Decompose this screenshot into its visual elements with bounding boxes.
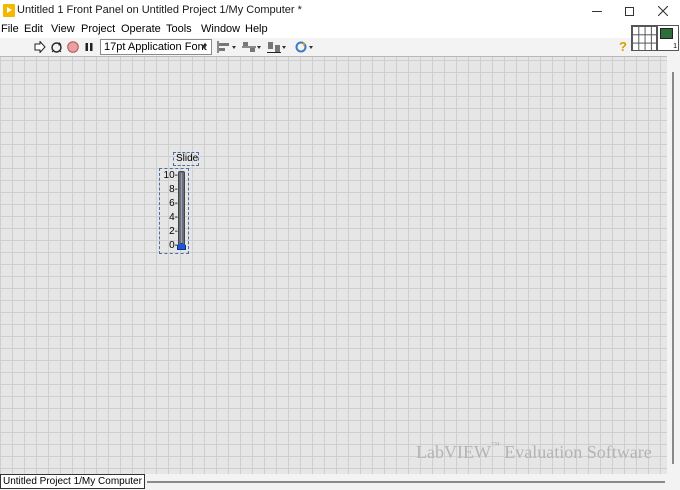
horizontal-scrollbar[interactable]	[147, 481, 665, 483]
vi-icon[interactable]: 1	[657, 25, 679, 51]
connector-pane[interactable]	[631, 25, 657, 51]
dropdown-caret-icon	[309, 45, 313, 49]
dropdown-caret-icon	[257, 45, 261, 49]
menu-view[interactable]: View	[51, 23, 75, 35]
status-bar: Untitled Project 1/My Computer	[0, 474, 680, 490]
maximize-icon	[624, 6, 634, 16]
labview-front-panel-window: Untitled 1 Front Panel on Untitled Proje…	[0, 0, 680, 490]
distribute-objects-button[interactable]	[242, 40, 261, 54]
run-button[interactable]	[33, 40, 47, 54]
reorder-icon	[295, 41, 307, 53]
project-context-label[interactable]: Untitled Project 1/My Computer	[0, 474, 145, 489]
font-selector[interactable]: 17pt Application Font	[100, 39, 212, 55]
reorder-button[interactable]	[295, 40, 313, 54]
vertical-scrollbar-thumb[interactable]	[672, 72, 674, 464]
minimize-icon	[592, 10, 602, 12]
slide-groove	[181, 173, 182, 247]
slide-tick-label: 2-	[169, 226, 178, 237]
toolbar: 17pt Application Font	[0, 38, 630, 56]
slide-track[interactable]	[178, 171, 185, 249]
abort-stop-icon	[67, 41, 79, 53]
menu-bar: File Edit View Project Operate Tools Win…	[0, 22, 680, 38]
menu-tools[interactable]: Tools	[166, 23, 192, 35]
resize-objects-icon	[267, 42, 281, 53]
align-objects-icon	[217, 41, 229, 53]
vi-icon-number: 1	[673, 43, 677, 50]
window-title: Untitled 1 Front Panel on Untitled Proje…	[17, 4, 302, 16]
maximize-button[interactable]	[612, 0, 646, 22]
close-button[interactable]	[646, 0, 680, 22]
dropdown-caret-icon	[232, 45, 236, 49]
chevron-down-icon	[201, 45, 207, 49]
title-bar: Untitled 1 Front Panel on Untitled Proje…	[0, 0, 680, 22]
watermark-brand: LabVIEW	[416, 442, 491, 462]
evaluation-watermark: LabVIEW™ Evaluation Software	[416, 440, 652, 463]
vertical-scrollbar[interactable]	[667, 56, 680, 474]
front-panel-canvas[interactable]	[0, 56, 667, 474]
slide-tick-label: 4-	[169, 212, 178, 223]
run-arrow-icon	[34, 41, 46, 53]
slide-tick-label: 0-	[169, 240, 178, 251]
menu-window[interactable]: Window	[201, 23, 240, 35]
menu-operate[interactable]: Operate	[121, 23, 161, 35]
pause-button[interactable]	[82, 40, 96, 54]
align-objects-button[interactable]	[217, 40, 236, 54]
resize-objects-button[interactable]	[267, 40, 286, 54]
slide-label[interactable]: Slide	[173, 152, 199, 166]
run-continuously-icon	[50, 41, 62, 53]
pause-icon	[85, 43, 93, 51]
help-icon: ?	[619, 39, 627, 54]
menu-edit[interactable]: Edit	[24, 23, 43, 35]
slide-tick-label: 6-	[169, 198, 178, 209]
slide-tick-label: 8-	[169, 184, 178, 195]
close-icon	[658, 6, 668, 16]
abort-button[interactable]	[66, 40, 80, 54]
run-continuously-button[interactable]	[49, 40, 63, 54]
minimize-button[interactable]	[580, 0, 614, 22]
labview-app-icon	[3, 4, 15, 17]
font-selector-value: 17pt Application Font	[104, 41, 207, 53]
distribute-objects-icon	[242, 42, 256, 52]
watermark-text: Evaluation Software	[504, 442, 652, 462]
watermark-trademark: ™	[490, 440, 500, 450]
context-help-button[interactable]: ?	[617, 40, 629, 54]
menu-project[interactable]: Project	[81, 23, 115, 35]
menu-file[interactable]: File	[1, 23, 19, 35]
vi-screen-icon	[660, 28, 673, 39]
slide-tick-label: 10-	[163, 170, 178, 181]
menu-help[interactable]: Help	[245, 23, 268, 35]
dropdown-caret-icon	[282, 45, 286, 49]
